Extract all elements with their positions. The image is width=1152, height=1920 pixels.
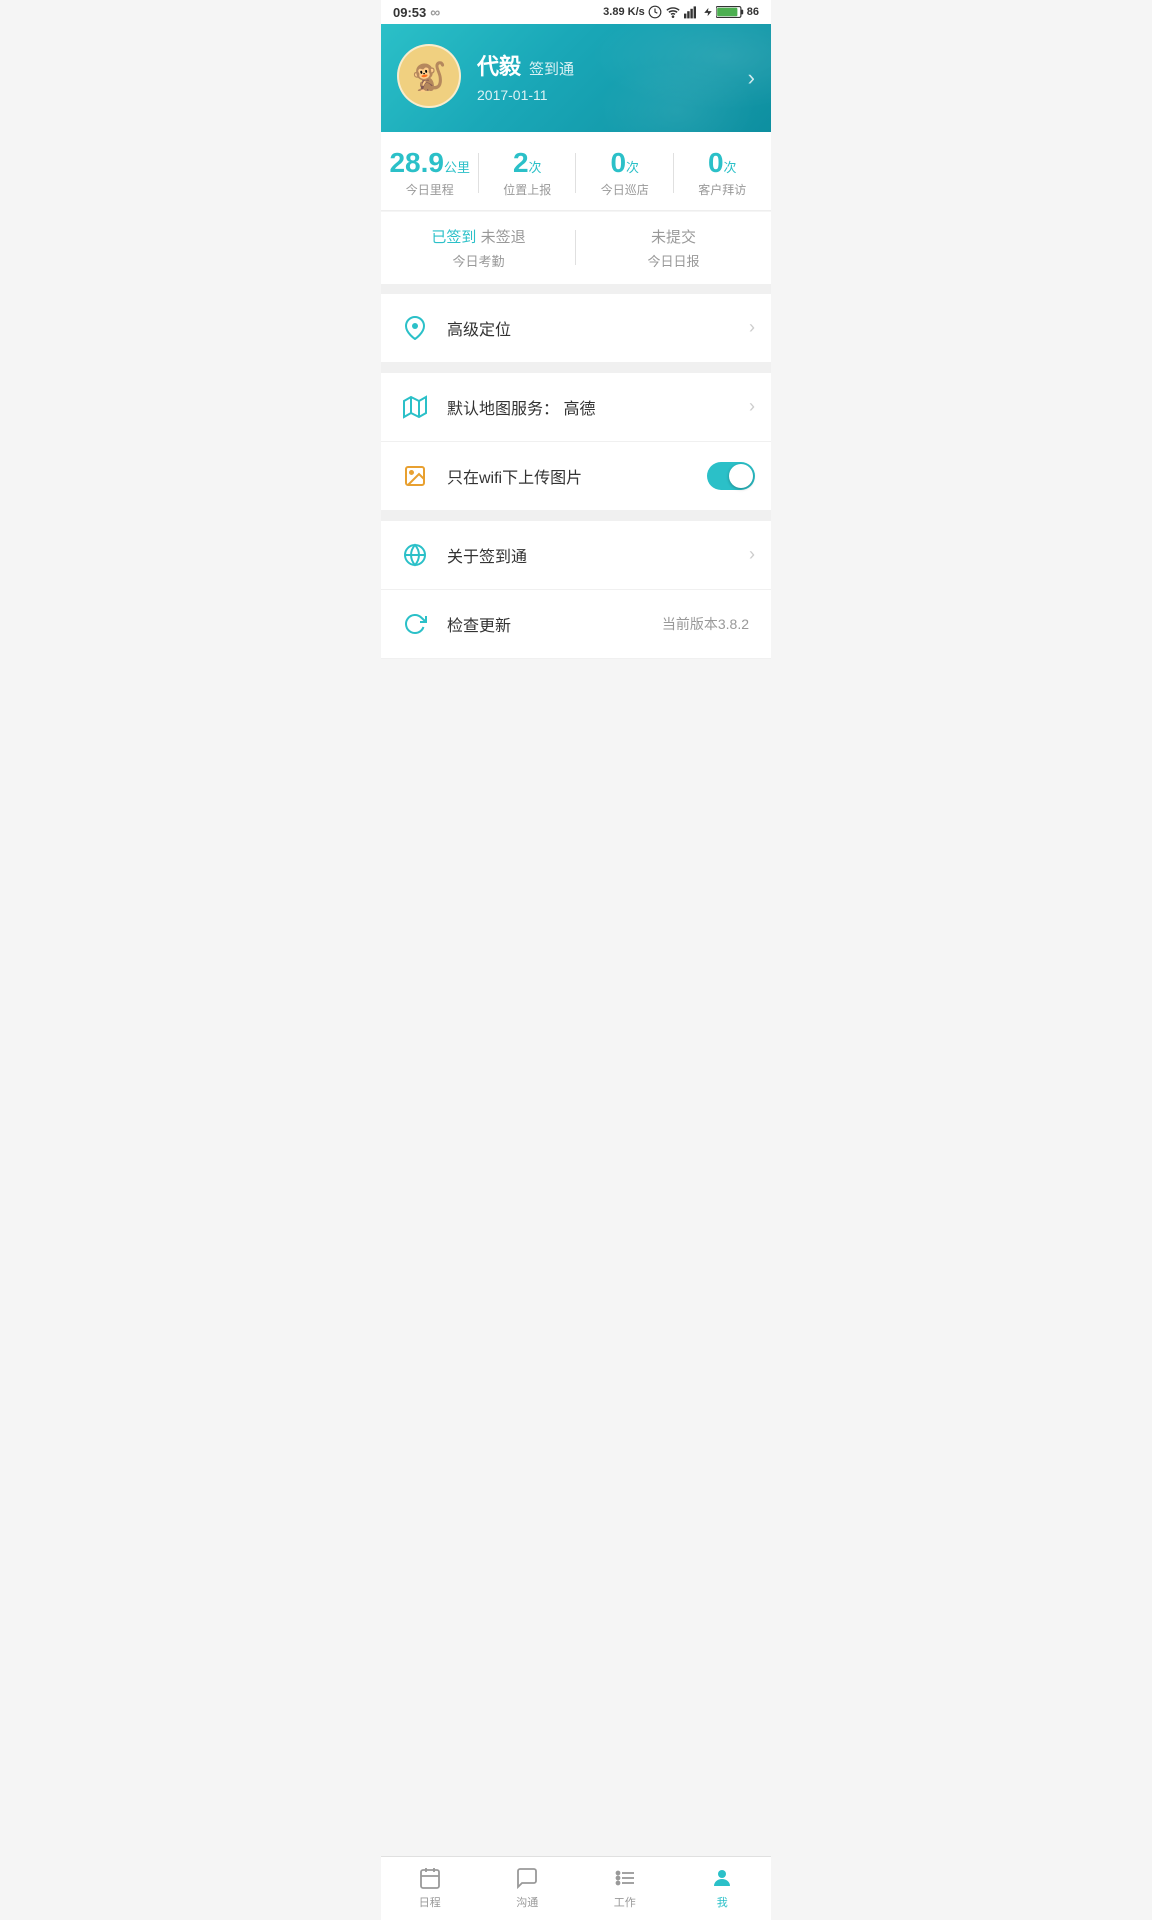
bottom-pad	[381, 659, 771, 729]
menu-arrow-map: ›	[749, 396, 755, 417]
tab-label-chat: 沟通	[516, 1894, 538, 1910]
menu-section-location: 高级定位 ›	[381, 294, 771, 363]
tab-work[interactable]: 工作	[576, 1865, 674, 1910]
schedule-icon	[417, 1865, 443, 1891]
stat-patrol-value: 0	[610, 147, 626, 178]
section-divider-3	[381, 511, 771, 521]
stat-visit-value: 0	[708, 147, 724, 178]
stat-mileage: 28.9公里 今日里程	[381, 148, 479, 198]
wifi-icon	[665, 5, 681, 19]
stat-patrol-unit: 次	[626, 160, 639, 175]
stat-location-value: 2	[513, 147, 529, 178]
menu-value-version: 当前版本3.8.2	[662, 614, 749, 634]
menu-item-location[interactable]: 高级定位 ›	[381, 294, 771, 363]
wifi-upload-toggle[interactable]	[707, 462, 755, 490]
image-upload-icon	[397, 458, 433, 494]
tab-label-me: 我	[717, 1894, 728, 1910]
tab-schedule[interactable]: 日程	[381, 1865, 479, 1910]
profile-info: 代毅 签到通 2017-01-11	[477, 49, 755, 103]
menu-arrow-about: ›	[749, 544, 755, 565]
attendance-label: 今日考勤	[381, 251, 576, 270]
profile-name: 代毅	[477, 49, 521, 81]
battery-level: 86	[747, 6, 759, 18]
toggle-knob	[729, 464, 753, 488]
menu-arrow-location: ›	[749, 317, 755, 338]
stats-section: 28.9公里 今日里程 2次 位置上报 0次 今日巡店 0次 客户拜访	[381, 132, 771, 211]
tab-chat[interactable]: 沟通	[479, 1865, 577, 1910]
tab-label-work: 工作	[614, 1894, 636, 1910]
chat-icon	[514, 1865, 540, 1891]
menu-item-wifi-upload[interactable]: 只在wifi下上传图片	[381, 442, 771, 511]
stat-patrol-label: 今日巡店	[576, 181, 674, 198]
signal-icon	[684, 5, 700, 19]
clock-icon	[648, 5, 662, 19]
map-icon	[397, 389, 433, 425]
menu-label-wifi-upload: 只在wifi下上传图片	[447, 464, 707, 488]
stat-patrol: 0次 今日巡店	[576, 148, 674, 198]
me-icon	[709, 1865, 735, 1891]
location-icon	[397, 310, 433, 346]
menu-section-map: 默认地图服务： 高德 › 只在wifi下上传图片	[381, 373, 771, 511]
checkin-status: 已签到	[431, 229, 476, 246]
refresh-icon	[397, 606, 433, 642]
menu-label-about: 关于签到通	[447, 543, 749, 567]
stat-visit: 0次 客户拜访	[674, 148, 772, 198]
daily-report-label: 今日日报	[576, 251, 771, 270]
profile-date: 2017-01-11	[477, 87, 755, 103]
charging-icon	[703, 5, 713, 19]
section-divider-2	[381, 363, 771, 373]
menu-item-about[interactable]: 关于签到通 ›	[381, 521, 771, 590]
section-divider-1	[381, 284, 771, 294]
menu-section-about: 关于签到通 › 检查更新 当前版本3.8.2	[381, 521, 771, 659]
attendance-daily-report: 未提交 今日日报	[576, 226, 771, 270]
attendance-section: 已签到 未签退 今日考勤 未提交 今日日报	[381, 212, 771, 284]
stat-location-report: 2次 位置上报	[479, 148, 577, 198]
menu-item-map[interactable]: 默认地图服务： 高德 ›	[381, 373, 771, 442]
stat-location-unit: 次	[529, 160, 542, 175]
infinity-icon: ∞	[430, 4, 440, 20]
work-icon	[612, 1865, 638, 1891]
globe-icon	[397, 537, 433, 573]
stat-visit-unit: 次	[724, 160, 737, 175]
profile-banner[interactable]: 🐒 代毅 签到通 2017-01-11 ›	[381, 24, 771, 132]
menu-label-update: 检查更新	[447, 612, 662, 636]
stat-visit-label: 客户拜访	[674, 181, 772, 198]
status-time: 09:53	[393, 5, 426, 20]
network-speed: 3.89 K/s	[603, 6, 645, 18]
checkout-status: 未签退	[481, 229, 526, 246]
stat-mileage-unit: 公里	[444, 160, 470, 175]
stat-mileage-value: 28.9	[389, 147, 444, 178]
menu-label-location: 高级定位	[447, 316, 749, 340]
menu-label-map: 默认地图服务： 高德	[447, 395, 749, 419]
avatar: 🐒	[397, 44, 461, 108]
status-bar: 09:53 ∞ 3.89 K/s 86	[381, 0, 771, 24]
stat-mileage-label: 今日里程	[381, 181, 479, 198]
attendance-checkin: 已签到 未签退 今日考勤	[381, 226, 576, 270]
daily-report-status: 未提交	[576, 226, 771, 247]
profile-app-name: 签到通	[529, 58, 574, 79]
banner-arrow-icon: ›	[748, 65, 755, 91]
tab-bar: 日程 沟通 工作 我	[381, 1856, 771, 1920]
menu-item-update[interactable]: 检查更新 当前版本3.8.2	[381, 590, 771, 659]
stat-location-label: 位置上报	[479, 181, 577, 198]
tab-label-schedule: 日程	[419, 1894, 441, 1910]
tab-me[interactable]: 我	[674, 1865, 772, 1910]
battery-icon	[716, 5, 744, 19]
